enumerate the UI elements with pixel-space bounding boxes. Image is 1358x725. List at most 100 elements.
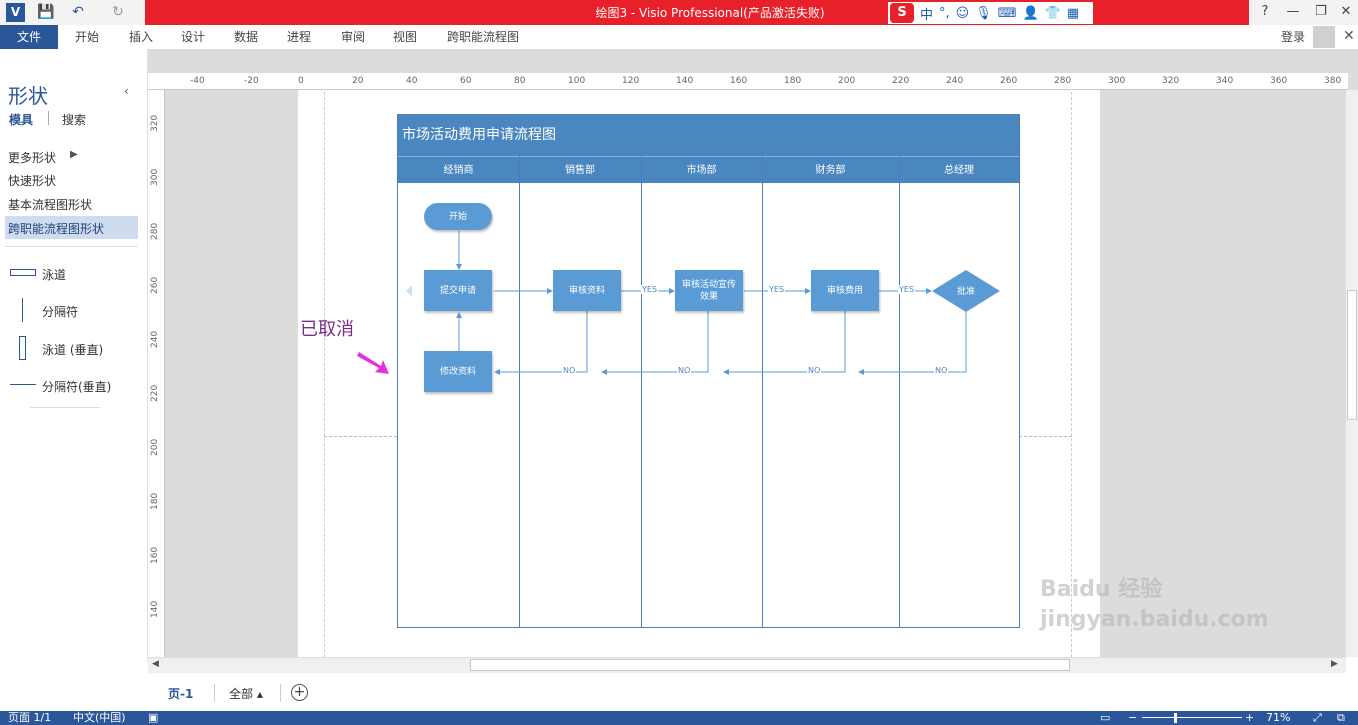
collapse-panel-icon[interactable]: ‹ [124, 84, 129, 98]
page-margin-left [324, 92, 325, 657]
tab-cross-functional[interactable]: 跨职能流程图 [447, 25, 519, 49]
tab-file[interactable]: 文件 [0, 25, 58, 49]
ruler-horizontal: -40 -20 0 20 40 60 80 100 120 140 160 18… [148, 73, 1348, 90]
node-approve[interactable]: 批准 [932, 270, 1000, 312]
ruler-label: 60 [460, 76, 472, 86]
ruler-label: 380 [1324, 76, 1342, 86]
label-yes: YES [768, 285, 786, 294]
ruler-label: 300 [1108, 76, 1126, 86]
tab-search[interactable]: 搜索 [62, 111, 86, 128]
node-submit[interactable]: 提交申请 [424, 270, 492, 311]
shape-separator-vertical[interactable]: 分隔符(垂直) [42, 378, 111, 395]
swimlane-diagram[interactable]: 市场活动费用申请流程图 经销商 销售部 市场部 财务部 总经理 开始 提交申请 … [397, 114, 1020, 628]
ruler-label: 360 [1270, 76, 1288, 86]
sogou-logo-icon[interactable]: S [890, 3, 914, 23]
ime-mode-toggle[interactable]: 中 [920, 4, 933, 23]
node-modify[interactable]: 修改资料 [424, 351, 492, 392]
help-button[interactable]: ? [1252, 3, 1278, 21]
ruler-label: 180 [784, 76, 802, 86]
basic-flowchart-link[interactable]: 基本流程图形状 [8, 196, 92, 213]
ime-toolbar[interactable]: S 中 °, ☺ 🎙 ⌨ 👤 👕 ▦ [888, 2, 1093, 24]
ime-punct-toggle[interactable]: °, [939, 6, 950, 21]
shape-swimlane-vertical[interactable]: 泳道 (垂直) [42, 341, 103, 358]
ruler-label: 140 [676, 76, 694, 86]
node-start[interactable]: 开始 [424, 203, 492, 230]
zoom-slider[interactable] [1142, 717, 1242, 718]
swimlane-vertical-icon [19, 336, 26, 360]
annotation-text: 已取消 [300, 319, 354, 340]
ruler-label: 320 [1162, 76, 1180, 86]
zoom-out-icon[interactable]: − [1128, 711, 1137, 725]
node-review-campaign[interactable]: 审核活动宣传效果 [675, 270, 743, 311]
vertical-scroll-thumb[interactable] [1347, 290, 1357, 420]
ruler-label: 200 [150, 438, 160, 456]
status-page[interactable]: 页面 1/1 [8, 711, 51, 725]
more-shapes-link[interactable]: 更多形状 [8, 149, 56, 166]
save-icon[interactable]: 💾 [36, 2, 56, 22]
macro-icon[interactable]: ▣ [148, 711, 158, 725]
cross-functional-link[interactable]: 跨职能流程图形状 [8, 220, 104, 237]
left-arrow-marker [406, 285, 412, 297]
ruler-label: 340 [1216, 76, 1234, 86]
close-doc-icon[interactable]: ✕ [1343, 28, 1355, 44]
ruler-label: 240 [150, 330, 160, 348]
undo-icon[interactable]: ↶ [68, 2, 88, 22]
keyboard-icon[interactable]: ⌨ [998, 6, 1017, 21]
tab-view[interactable]: 视图 [393, 25, 417, 49]
separator-vertical-icon [10, 384, 36, 385]
page-tabs-bar [148, 673, 1358, 711]
shape-separator[interactable]: 分隔符 [42, 303, 78, 320]
divider [280, 684, 281, 702]
ruler-label: 20 [352, 76, 364, 86]
page-tab-current[interactable]: 页-1 [168, 685, 193, 702]
ruler-label: 240 [946, 76, 964, 86]
add-page-button[interactable]: + [291, 684, 308, 701]
tab-home[interactable]: 开始 [75, 25, 99, 49]
ruler-label: 0 [298, 76, 304, 86]
scroll-right-icon[interactable]: ▶ [1331, 659, 1338, 669]
ruler-label: -40 [190, 76, 205, 86]
switch-windows-icon[interactable]: ⧉ [1337, 711, 1345, 725]
horizontal-scroll-thumb[interactable] [470, 659, 1070, 671]
scroll-left-icon[interactable]: ◀ [152, 659, 159, 669]
ruler-label: 260 [150, 276, 160, 294]
label-yes: YES [641, 285, 659, 294]
label-no: NO [677, 366, 692, 375]
swimlane-icon [10, 269, 36, 276]
tab-review[interactable]: 审阅 [341, 25, 365, 49]
tab-data[interactable]: 数据 [234, 25, 258, 49]
divider [5, 246, 138, 247]
login-link[interactable]: 登录 [1281, 25, 1305, 49]
ruler-label: 280 [150, 222, 160, 240]
minimize-button[interactable]: — [1280, 3, 1306, 21]
skin-icon[interactable]: 👕 [1045, 6, 1061, 21]
shape-swimlane[interactable]: 泳道 [42, 266, 66, 283]
all-pages-button[interactable]: 全部 ▴ [229, 685, 263, 702]
emoji-icon[interactable]: ☺ [956, 6, 970, 21]
separator-icon [22, 298, 23, 322]
zoom-in-icon[interactable]: + [1245, 711, 1254, 725]
tab-stencils[interactable]: 模具 [9, 111, 33, 128]
ruler-label: 220 [150, 384, 160, 402]
tab-design[interactable]: 设计 [181, 25, 205, 49]
redo-icon[interactable]: ↻ [108, 2, 128, 22]
fit-window-icon[interactable]: ⤢ [1313, 711, 1322, 725]
visio-app-icon[interactable]: V [6, 3, 25, 22]
status-language[interactable]: 中文(中国) [73, 711, 126, 725]
microphone-icon[interactable]: 🎙 [975, 6, 992, 21]
close-button[interactable]: ✕ [1333, 3, 1358, 21]
zoom-slider-thumb[interactable] [1174, 713, 1177, 723]
node-review-docs[interactable]: 审核资料 [553, 270, 621, 311]
user-icon[interactable]: 👤 [1023, 6, 1039, 21]
ruler-label: 220 [892, 76, 910, 86]
fit-page-icon[interactable]: ▭ [1100, 711, 1110, 725]
node-review-cost[interactable]: 审核费用 [811, 270, 879, 311]
restore-button[interactable]: ❐ [1308, 3, 1334, 21]
quick-shapes-link[interactable]: 快速形状 [8, 172, 56, 189]
tab-process[interactable]: 进程 [287, 25, 311, 49]
tab-insert[interactable]: 插入 [129, 25, 153, 49]
watermark: Baidu 经验 jingyan.baidu.com [1040, 577, 1269, 632]
zoom-level[interactable]: 71% [1266, 711, 1290, 725]
avatar[interactable] [1313, 26, 1335, 48]
grid-icon[interactable]: ▦ [1067, 6, 1079, 21]
